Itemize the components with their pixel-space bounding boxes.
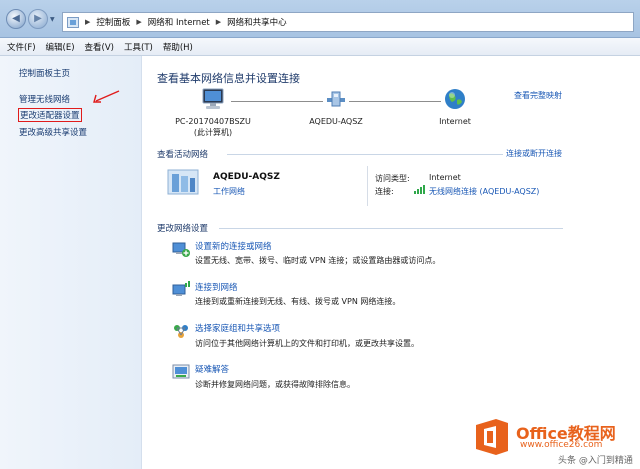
watermark-toutiao: 头条 @入门到精通: [558, 456, 633, 466]
wifi-signal-icon: [414, 185, 425, 194]
network-type-link[interactable]: 工作网络: [213, 186, 245, 197]
menu-view[interactable]: 查看(V): [82, 41, 121, 53]
troubleshoot-icon: [172, 364, 190, 379]
this-computer-node[interactable]: PC-20170407BSZU (此计算机): [165, 88, 261, 138]
chevron-right-icon[interactable]: ▶: [136, 18, 141, 26]
network-bench-icon: [327, 91, 345, 107]
active-networks-heading: 查看活动网络: [157, 150, 209, 160]
office-logo-icon: [476, 419, 508, 455]
globe-icon: [445, 89, 465, 109]
chevron-right-icon[interactable]: ▶: [85, 18, 90, 26]
menu-help[interactable]: 帮助(H): [160, 41, 200, 53]
access-type-value: Internet: [429, 173, 461, 182]
internet-label: Internet: [439, 117, 471, 126]
red-arrow-annotation: [93, 90, 120, 103]
vertical-divider: [367, 166, 368, 206]
wireless-connection-link[interactable]: 无线网络连接 (AQEDU-AQSZ): [429, 186, 539, 197]
menu-tools[interactable]: 工具(T): [121, 41, 160, 53]
menu-file[interactable]: 文件(F): [4, 41, 43, 53]
access-type-label: 访问类型:: [375, 174, 410, 183]
homegroup-sharing-desc: 访问位于其他网络计算机上的文件和打印机，或更改共享设置。: [195, 339, 419, 348]
computer-subtitle: (此计算机): [193, 128, 233, 137]
control-panel-home-link[interactable]: 控制面板主页: [19, 67, 70, 79]
internet-node[interactable]: Internet: [419, 88, 491, 127]
recent-pages-dropdown-icon[interactable]: ▼: [50, 16, 58, 24]
section-divider: [227, 154, 503, 155]
connections-label: 连接:: [375, 187, 394, 196]
breadcrumb-control-panel[interactable]: 控制面板: [96, 16, 130, 28]
setup-connection-desc: 设置无线、宽带、拨号、临时或 VPN 连接；或设置路由器或访问点。: [195, 256, 441, 265]
connect-to-network-desc: 连接到或重新连接到无线、有线、拨号或 VPN 网络连接。: [195, 297, 401, 306]
forward-arrow-icon: ▶: [34, 13, 42, 24]
network-node[interactable]: AQEDU-AQSZ: [291, 88, 381, 127]
left-task-pane: 控制面板主页 管理无线网络 更改适配器设置 更改高级共享设置: [0, 56, 142, 469]
new-connection-icon: [172, 242, 190, 257]
connect-to-network-icon: [172, 281, 190, 296]
breadcrumb-network-internet[interactable]: 网络和 Internet: [148, 16, 210, 28]
work-network-icon[interactable]: [166, 166, 200, 196]
main-content: 查看基本网络信息并设置连接 查看完整映射 PC-20170407BSZU (此计…: [143, 56, 640, 469]
back-arrow-icon: ◀: [12, 13, 20, 24]
breadcrumb-network-sharing-center[interactable]: 网络和共享中心: [227, 16, 287, 28]
see-full-map-link[interactable]: 查看完整映射: [514, 90, 562, 101]
page-title: 查看基本网络信息并设置连接: [157, 72, 300, 85]
homegroup-sharing-icon: [174, 325, 188, 338]
computer-name: PC-20170407BSZU: [175, 117, 251, 126]
menu-bar: 文件(F) 编辑(E) 查看(V) 工具(T) 帮助(H): [0, 38, 640, 56]
troubleshoot-link[interactable]: 疑难解答: [195, 363, 229, 375]
change-advanced-sharing-link[interactable]: 更改高级共享设置: [19, 126, 87, 138]
network-name: AQEDU-AQSZ: [309, 117, 363, 126]
troubleshoot-desc: 诊断并修复网络问题，或获得故障排除信息。: [195, 380, 355, 389]
computer-icon: [202, 88, 224, 109]
connect-disconnect-link[interactable]: 连接或断开连接: [506, 148, 562, 159]
homegroup-sharing-link[interactable]: 选择家庭组和共享选项: [195, 322, 280, 334]
watermark-url: www.office26.com: [520, 440, 603, 450]
address-bar[interactable]: ▶ 控制面板 ▶ 网络和 Internet ▶ 网络和共享中心: [62, 12, 634, 32]
title-bar: ◀ ▶ ▼ ▶ 控制面板 ▶ 网络和 Internet ▶ 网络和共享中心: [0, 0, 640, 38]
back-button[interactable]: ◀: [6, 9, 26, 29]
menu-edit[interactable]: 编辑(E): [43, 41, 82, 53]
control-panel-icon: [67, 16, 79, 28]
forward-button[interactable]: ▶: [28, 9, 48, 29]
change-settings-heading: 更改网络设置: [157, 224, 209, 234]
change-adapter-settings-link[interactable]: 更改适配器设置: [18, 108, 82, 122]
connect-to-network-link[interactable]: 连接到网络: [195, 281, 238, 293]
section-divider: [219, 228, 563, 229]
active-network-name: AQEDU-AQSZ: [213, 172, 280, 182]
setup-connection-link[interactable]: 设置新的连接或网络: [195, 240, 272, 252]
manage-wireless-networks-link[interactable]: 管理无线网络: [19, 93, 70, 105]
chevron-right-icon[interactable]: ▶: [216, 18, 221, 26]
